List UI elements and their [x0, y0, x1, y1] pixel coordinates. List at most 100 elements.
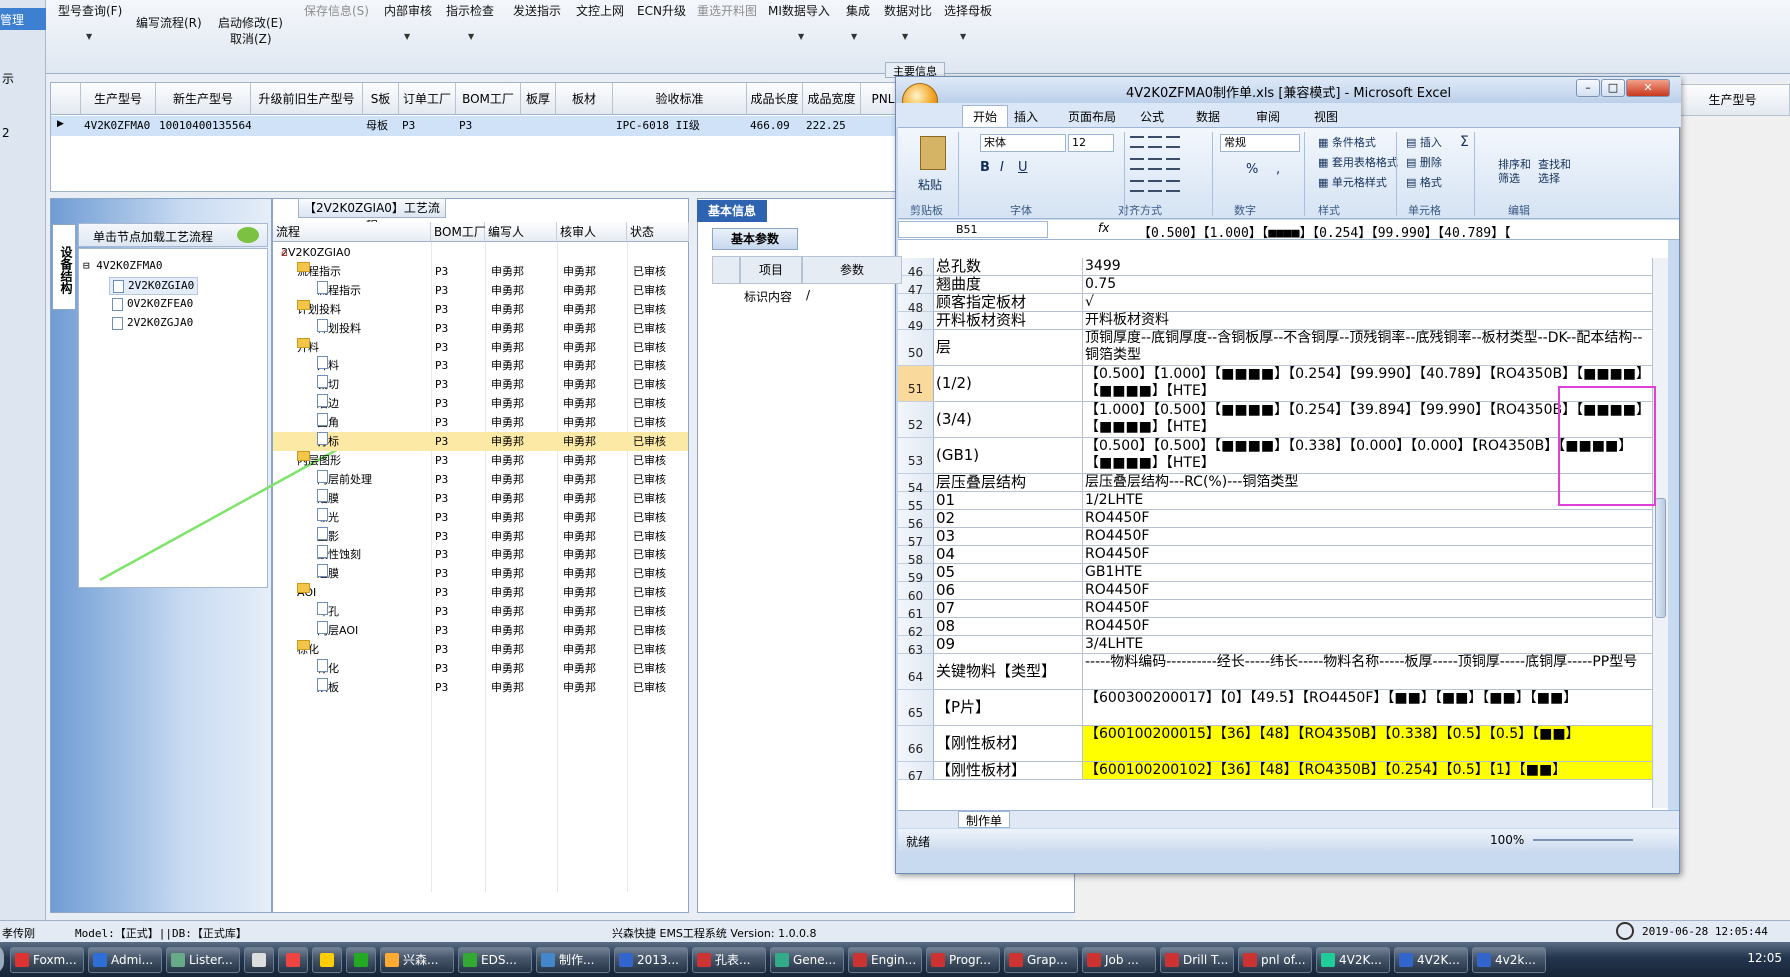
tree-root[interactable]: ⊟ 4V2K0ZFMA0	[83, 259, 162, 272]
process-step[interactable]: 冲孔	[317, 602, 339, 621]
comma-button[interactable]: ,	[1276, 162, 1280, 177]
process-step[interactable]: 流程指示	[297, 261, 341, 281]
styles-button[interactable]: ▦ 条件格式	[1318, 134, 1376, 150]
dropdown-arrow-icon[interactable]: ▼	[798, 32, 804, 41]
cell-b[interactable]: RO4450F	[1083, 510, 1653, 528]
grid-header[interactable]: 新生产型号	[156, 83, 251, 115]
align-icon[interactable]	[1148, 136, 1162, 148]
font-name-box[interactable]: 宋体	[980, 134, 1066, 152]
styles-button[interactable]: ▦ 单元格样式	[1318, 174, 1387, 190]
toolbar-button[interactable]: 集成	[846, 2, 870, 19]
bold-button[interactable]: B	[980, 160, 990, 175]
cell-b[interactable]: 【600100200102】【36】【48】【RO4350B】【0.254】【0…	[1083, 762, 1653, 780]
process-step[interactable]: 开料	[317, 356, 339, 375]
tab-basic-params[interactable]: 基本参数	[712, 228, 798, 250]
dropdown-arrow-icon[interactable]: ▼	[902, 32, 908, 41]
cell-a[interactable]: 03	[934, 528, 1083, 546]
ribbon-tab[interactable]: 页面布局	[1068, 108, 1116, 125]
cell-a[interactable]: 04	[934, 546, 1083, 564]
process-row[interactable]: 烘板 P3 申勇邦 申勇邦 已审核	[273, 677, 688, 697]
taskbar-item[interactable]	[244, 947, 274, 973]
cell-b[interactable]: √	[1083, 294, 1653, 312]
cell-a[interactable]: (GB1)	[934, 438, 1083, 474]
italic-button[interactable]: I	[1000, 160, 1004, 175]
cell-a[interactable]: 顾客指定板材	[934, 294, 1083, 312]
row-header[interactable]: 67	[898, 762, 934, 783]
dropdown-arrow-icon[interactable]: ▼	[960, 32, 966, 41]
tree-node[interactable]: 0V2K0ZFEA0	[109, 296, 196, 312]
process-row[interactable]: 开料 P3 申勇邦 申勇邦 已审核	[273, 356, 688, 375]
cell-a[interactable]: 07	[934, 600, 1083, 618]
cell-a[interactable]: 09	[934, 636, 1083, 654]
align-icon[interactable]	[1148, 158, 1162, 170]
grid-header[interactable]: 成品宽度	[803, 83, 861, 115]
process-row[interactable]: 酸性蚀刻 P3 申勇邦 申勇邦 已审核	[273, 545, 688, 564]
nav-item[interactable]: 2	[2, 126, 10, 140]
process-step[interactable]: 开料	[297, 337, 319, 357]
cell-b[interactable]: RO4450F	[1083, 582, 1653, 600]
row-header[interactable]: 62	[898, 618, 934, 639]
grid-header[interactable]: 板厚	[521, 83, 556, 115]
process-step[interactable]: 退膜	[317, 564, 339, 583]
taskbar-item[interactable]	[278, 947, 308, 973]
process-step[interactable]: 流程指示	[317, 280, 361, 300]
cell-a[interactable]: 总孔数	[934, 258, 1083, 276]
grid-header[interactable]: 板材	[556, 83, 613, 115]
cell-a[interactable]: 层压叠层结构	[934, 474, 1083, 492]
align-icon[interactable]	[1166, 158, 1180, 170]
close-button[interactable]: ✕	[1626, 79, 1670, 97]
cell-b[interactable]: 【600300200017】【0】【49.5】【RO4450F】【■■】【■■】…	[1083, 690, 1653, 726]
process-row[interactable]: 流程指示 P3 申勇邦 申勇邦 已审核	[273, 261, 688, 281]
align-icon[interactable]	[1148, 180, 1162, 192]
process-column-header[interactable]: 状态	[627, 222, 689, 242]
ribbon-tab[interactable]: 公式	[1140, 108, 1164, 125]
row-header[interactable]: 56	[898, 510, 934, 531]
cell-a[interactable]: 关键物料【类型】	[934, 654, 1083, 690]
row-header[interactable]: 61	[898, 600, 934, 621]
cell-a[interactable]: 【刚性板材】	[934, 762, 1083, 780]
vertical-scrollbar[interactable]	[1652, 258, 1668, 808]
find-select-button[interactable]: 查找和 选择	[1538, 158, 1571, 186]
process-step[interactable]: 曝光	[317, 507, 339, 527]
align-icon[interactable]	[1166, 136, 1180, 148]
toolbar-button[interactable]: 数据对比	[884, 2, 932, 19]
minimize-button[interactable]: –	[1576, 79, 1600, 97]
toolbar-button[interactable]: 内部审核	[384, 2, 432, 19]
process-step[interactable]: 烘板	[317, 677, 339, 697]
process-step[interactable]: 裁切	[317, 375, 339, 394]
formula-input[interactable]: 【0.500】【1.000】【■■■■】【0.254】【99.990】【40.7…	[1138, 222, 1511, 241]
toolbar-button[interactable]: 型号查询(F)	[58, 2, 122, 19]
row-header[interactable]: 51	[898, 366, 934, 402]
ribbon-tab[interactable]: 数据	[1196, 108, 1220, 125]
cell-b[interactable]: 【600100200015】【36】【48】【RO4350B】【0.338】【0…	[1083, 726, 1653, 762]
process-step[interactable]: 圆角	[317, 413, 339, 432]
zoom-level[interactable]: 100%	[1490, 833, 1524, 847]
basic-header[interactable]: 参数	[802, 256, 902, 284]
cells-button[interactable]: ▤ 插入	[1406, 134, 1442, 150]
cell-a[interactable]: 02	[934, 510, 1083, 528]
start-button[interactable]	[0, 944, 4, 974]
process-row[interactable]: 计划投料 P3 申勇邦 申勇邦 已审核	[273, 318, 688, 338]
tab-basic-info[interactable]: 基本信息	[697, 200, 767, 222]
taskbar-item[interactable]: Job ...	[1082, 947, 1156, 973]
align-icon[interactable]	[1130, 158, 1144, 170]
percent-button[interactable]: %	[1246, 162, 1258, 177]
process-step[interactable]: 棕化	[317, 658, 339, 678]
cell-b[interactable]: 3/4LHTE	[1083, 636, 1653, 654]
dropdown-arrow-icon[interactable]: ▼	[404, 32, 410, 41]
ribbon-tab[interactable]: 开始	[962, 105, 1009, 127]
ribbon-tab[interactable]: 插入	[1014, 108, 1038, 125]
row-header[interactable]: 63	[898, 636, 934, 657]
cell-b[interactable]: -----物料编码----------经长-----纬长-----物料名称---…	[1083, 654, 1653, 690]
number-format-box[interactable]: 常规	[1220, 134, 1300, 152]
taskbar-item[interactable]: Gene...	[770, 947, 844, 973]
tree-node[interactable]: 2V2K0ZGJA0	[109, 315, 196, 331]
process-row[interactable]: 内层AOI P3 申勇邦 申勇邦 已审核	[273, 621, 688, 640]
process-row[interactable]: 退膜 P3 申勇邦 申勇邦 已审核	[273, 564, 688, 583]
cell-b[interactable]: 开料板材资料	[1083, 312, 1653, 330]
row-header[interactable]: 50	[898, 330, 934, 366]
row-header[interactable]: 66	[898, 726, 934, 762]
taskbar-item[interactable]	[312, 947, 342, 973]
cell-a[interactable]: (1/2)	[934, 366, 1083, 402]
toolbar-button[interactable]: 重选开料图	[697, 2, 757, 19]
